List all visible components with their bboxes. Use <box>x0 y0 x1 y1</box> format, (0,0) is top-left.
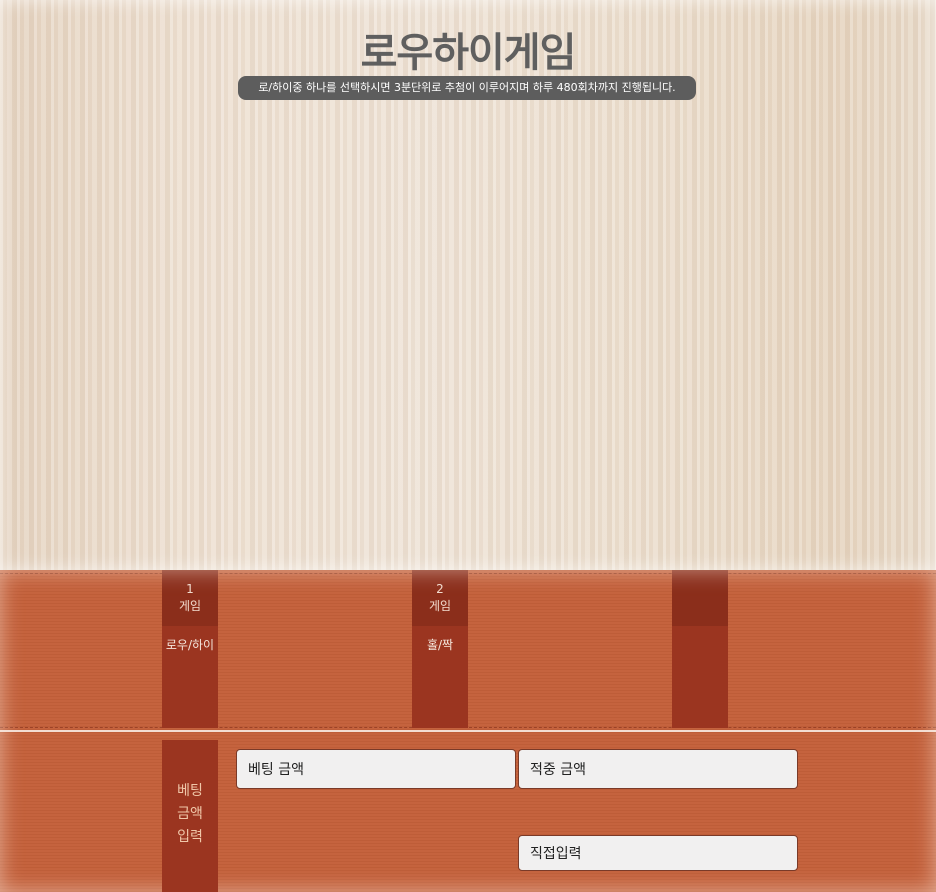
game-column-header: 2 게임 <box>412 570 468 626</box>
bet-amount-label: 베팅 금액 입력 <box>162 740 218 892</box>
panel-divider <box>0 730 936 732</box>
game-column-header: 1 게임 <box>162 570 218 626</box>
game-type-label: 로우/하이 <box>165 638 215 652</box>
manual-input-button[interactable]: 직접입력 <box>518 835 798 871</box>
game-number: 2 <box>436 582 444 596</box>
bet-label-line: 베팅 <box>177 783 203 799</box>
stitch-line <box>0 727 936 728</box>
bet-label-line: 금액 <box>177 806 203 822</box>
stitch-line <box>0 573 936 574</box>
game-number: 1 <box>186 582 194 596</box>
game-column-2[interactable]: 2 게임 홀/짝 <box>412 570 468 728</box>
game-column-header <box>672 570 728 626</box>
game-column-3[interactable] <box>672 570 728 728</box>
game-word: 게임 <box>178 599 202 613</box>
bet-amount-field[interactable]: 베팅 금액 <box>236 749 516 789</box>
game-column-1[interactable]: 1 게임 로우/하이 <box>162 570 218 728</box>
bet-label-line: 입력 <box>177 829 203 845</box>
header-area: 로우하이게임 로/하이중 하나를 선택하시면 3분단위로 추첨이 이루어지며 하… <box>0 0 936 570</box>
game-type-label: 홀/짝 <box>426 638 454 652</box>
win-amount-field[interactable]: 적중 금액 <box>518 749 798 789</box>
game-word: 게임 <box>428 599 452 613</box>
page-title: 로우하이게임 <box>360 30 577 76</box>
notice-banner: 로/하이중 하나를 선택하시면 3분단위로 추첨이 이루어지며 하루 480회차… <box>238 76 696 100</box>
